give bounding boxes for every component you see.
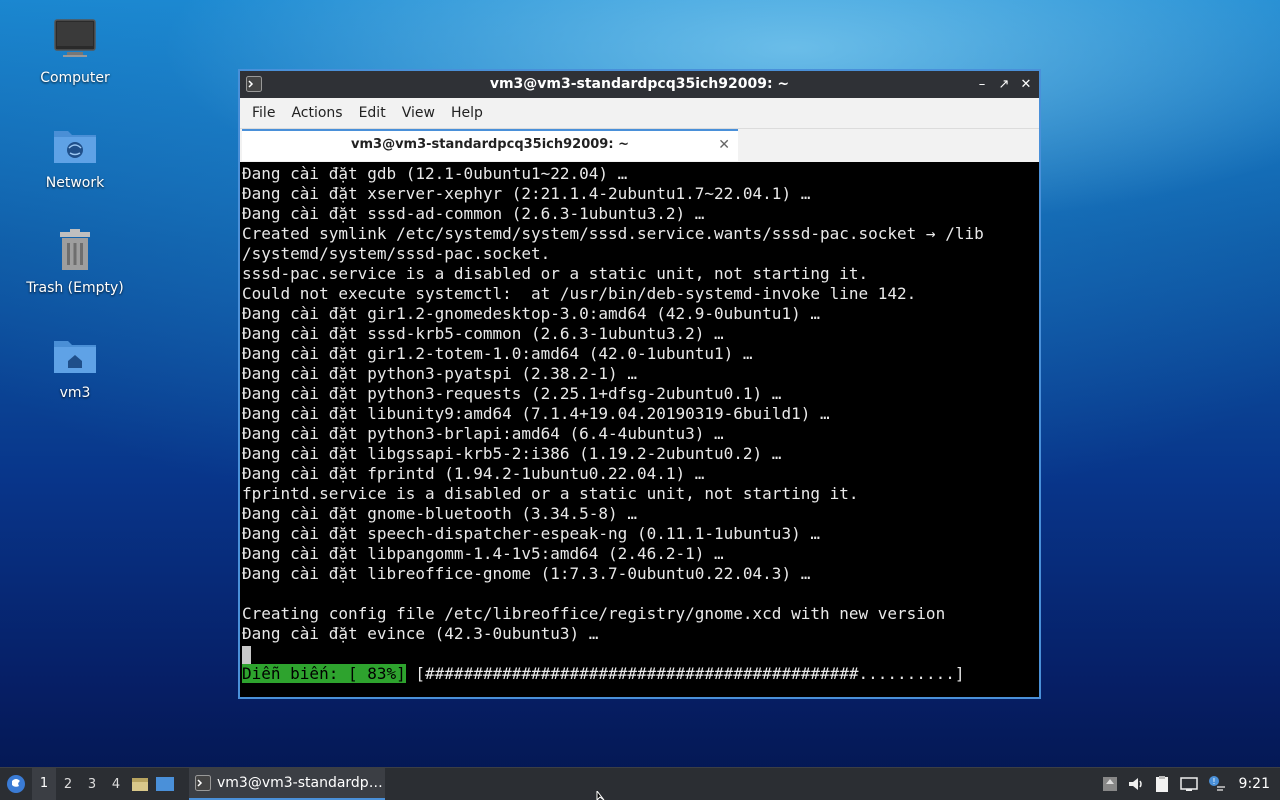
desktop-icon-label: Trash (Empty) <box>26 280 124 296</box>
progress-line: Diễn biến: [ 83%] [#####################… <box>242 664 1039 684</box>
whisker-menu-icon <box>7 775 25 793</box>
home-folder-icon <box>54 341 96 373</box>
terminal-line: Đang cài đặt speech-dispatcher-espeak-ng… <box>242 524 820 543</box>
system-tray: ! 9:21 <box>1101 768 1280 800</box>
terminal-line: Creating config file /etc/libreoffice/re… <box>242 604 946 623</box>
clipboard-icon[interactable] <box>1153 775 1171 793</box>
desktop-icon-network[interactable]: Network <box>20 121 130 191</box>
taskbar: 1 2 3 4 vm3@vm3-standardp… ! 9:21 <box>0 767 1280 800</box>
start-menu-button[interactable] <box>0 768 32 800</box>
terminal-window[interactable]: vm3@vm3-standardpcq35ich92009: ~ – ↗ ✕ F… <box>238 69 1041 699</box>
terminal-line: Đang cài đặt sssd-ad-common (2.6.3-1ubun… <box>242 204 705 223</box>
terminal-line: Đang cài đặt libreoffice-gnome (1:7.3.7-… <box>242 564 811 583</box>
terminal-line: fprintd.service is a disabled or a stati… <box>242 484 859 503</box>
progress-label: Diễn biến: [ 83%] <box>242 664 406 683</box>
terminal-line: Đang cài đặt gir1.2-totem-1.0:amd64 (42.… <box>242 344 753 363</box>
terminal-output[interactable]: Đang cài đặt gdb (12.1-0ubuntu1~22.04) …… <box>240 162 1039 697</box>
text-cursor <box>242 645 251 664</box>
terminal-line: Đang cài đặt sssd-krb5-common (2.6.3-1ub… <box>242 324 724 343</box>
menu-help[interactable]: Help <box>443 98 491 128</box>
volume-icon[interactable] <box>1127 775 1145 793</box>
terminal-line: Đang cài đặt libgssapi-krb5-2:i386 (1.19… <box>242 444 782 463</box>
trash-icon <box>60 229 90 270</box>
terminal-line: Đang cài đặt libpangomm-1.4-1v5:amd64 (2… <box>242 544 724 563</box>
menu-actions[interactable]: Actions <box>283 98 350 128</box>
show-desktop-button[interactable] <box>152 768 178 800</box>
workspace-3[interactable]: 3 <box>80 777 104 792</box>
terminal-line: Đang cài đặt evince (42.3-0ubuntu3) … <box>242 624 599 643</box>
menubar: File Actions Edit View Help <box>240 98 1039 129</box>
file-manager-launcher[interactable] <box>128 768 152 800</box>
window-title: vm3@vm3-standardpcq35ich92009: ~ <box>489 76 790 92</box>
desktop-icon-home[interactable]: vm3 <box>20 331 130 401</box>
network-icon[interactable] <box>1179 775 1199 793</box>
tab-close-icon[interactable]: ✕ <box>718 131 730 159</box>
terminal-line: Could not execute systemctl: at /usr/bin… <box>242 284 917 303</box>
terminal-line: Created symlink /etc/systemd/system/sssd… <box>242 224 984 243</box>
clock[interactable]: 9:21 <box>1239 776 1270 792</box>
terminal-line: Đang cài đặt python3-requests (2.25.1+df… <box>242 384 782 403</box>
updates-icon[interactable] <box>1101 775 1119 793</box>
workspace-4[interactable]: 4 <box>104 777 128 792</box>
maximize-icon[interactable]: ↗ <box>997 71 1011 98</box>
files-icon <box>132 778 148 791</box>
terminal-cursor-line <box>242 644 1039 664</box>
tab-label: vm3@vm3-standardpcq35ich92009: ~ <box>351 137 629 152</box>
terminal-line: Đang cài đặt libunity9:amd64 (7.1.4+19.0… <box>242 404 830 423</box>
window-titlebar[interactable]: vm3@vm3-standardpcq35ich92009: ~ – ↗ ✕ <box>240 71 1039 98</box>
notification-icon[interactable]: ! <box>1207 775 1227 793</box>
terminal-line: Đang cài đặt gdb (12.1-0ubuntu1~22.04) … <box>242 164 628 183</box>
terminal-line: Đang cài đặt python3-pyatspi (2.38.2-1) … <box>242 364 637 383</box>
tab-terminal[interactable]: vm3@vm3-standardpcq35ich92009: ~ ✕ <box>242 129 738 161</box>
workspace-1[interactable]: 1 <box>32 768 56 800</box>
workspace-2[interactable]: 2 <box>56 777 80 792</box>
computer-icon <box>54 19 96 57</box>
terminal-line: /systemd/system/sssd-pac.socket. <box>242 244 551 263</box>
menu-edit[interactable]: Edit <box>351 98 394 128</box>
desktop-icon-label: vm3 <box>59 385 91 401</box>
svg-text:!: ! <box>1212 777 1215 786</box>
terminal-line: Đang cài đặt gir1.2-gnomedesktop-3.0:amd… <box>242 304 820 323</box>
minimize-icon[interactable]: – <box>975 71 989 98</box>
desktop-icon-label: Computer <box>40 70 110 86</box>
terminal-line: Đang cài đặt fprintd (1.94.2-1ubuntu0.22… <box>242 464 705 483</box>
network-folder-icon <box>54 131 96 163</box>
terminal-line: Đang cài đặt xserver-xephyr (2:21.1.4-2u… <box>242 184 811 203</box>
desktop-icon-label: Network <box>45 175 105 191</box>
terminal-line: Đang cài đặt python3-brlapi:amd64 (6.4-4… <box>242 424 724 443</box>
taskbar-window-label: vm3@vm3-standardp… <box>217 775 383 791</box>
menu-file[interactable]: File <box>244 98 283 128</box>
terminal-icon <box>246 76 262 92</box>
desktop-icon-trash[interactable]: Trash (Empty) <box>20 226 130 296</box>
terminal-line: Đang cài đặt gnome-bluetooth (3.34.5-8) … <box>242 504 637 523</box>
desktop-icon <box>156 777 174 791</box>
terminal-line: sssd-pac.service is a disabled or a stat… <box>242 264 869 283</box>
progress-bar-text: [#######################################… <box>405 664 965 683</box>
menu-view[interactable]: View <box>394 98 443 128</box>
desktop-icon-computer[interactable]: Computer <box>20 16 130 86</box>
terminal-icon <box>195 775 211 791</box>
tab-bar: vm3@vm3-standardpcq35ich92009: ~ ✕ <box>240 129 1039 163</box>
mouse-pointer-icon <box>596 791 605 800</box>
taskbar-window-button[interactable]: vm3@vm3-standardp… <box>189 768 385 800</box>
close-icon[interactable]: ✕ <box>1019 71 1033 98</box>
